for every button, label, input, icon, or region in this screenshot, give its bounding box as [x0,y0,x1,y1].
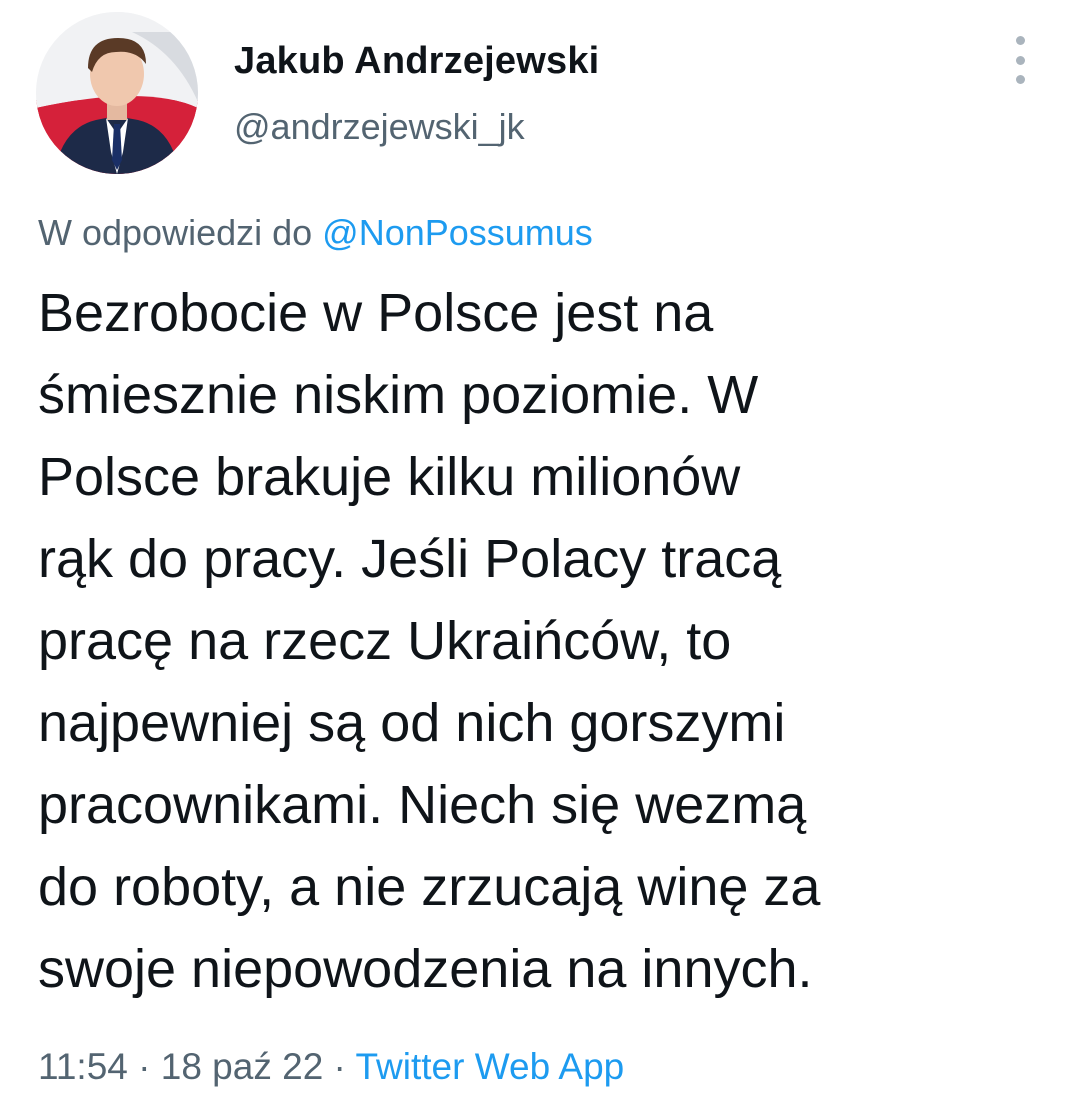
author-handle[interactable]: @andrzejewski_jk [234,106,525,148]
more-dot [1015,36,1025,45]
tweet-source-link[interactable]: Twitter Web App [356,1046,625,1087]
reply-prefix: W odpowiedzi do [38,212,323,253]
avatar[interactable] [36,12,198,174]
author-name[interactable]: Jakub Andrzejewski [234,40,599,83]
more-dot [1015,55,1025,65]
meta-separator: · [323,1046,356,1087]
more-dot [1015,75,1025,84]
tweet-text-line: pracę na rzecz Ukraińców, to [38,611,732,671]
tweet-time[interactable]: 11:54 [38,1046,128,1087]
tweet-text-line: pracownikami. Niech się wezmą [38,775,807,835]
tweet-meta: 11:54 · 18 paź 22 · Twitter Web App [38,1046,624,1088]
tweet-text-line: śmiesznie niskim poziomie. W [38,365,759,425]
tweet-text-line: Polsce brakuje kilku milionów [38,447,741,507]
meta-separator: · [127,1046,161,1087]
tweet-text-line: rąk do pracy. Jeśli Polacy tracą [38,529,782,589]
tweet-text-line: do roboty, a nie zrzucają winę za [38,857,821,917]
tweet-text: Bezrobocie w Polsce jest na śmiesznie ni… [38,272,1048,1010]
reply-mention-link[interactable]: @NonPossumus [322,212,593,253]
more-vertical-icon[interactable] [998,36,1042,84]
reply-context: W odpowiedzi do @NonPossumus [38,212,593,254]
tweet-date[interactable]: 18 paź 22 [161,1046,324,1087]
tweet-text-line: najpewniej są od nich gorszymi [38,693,786,753]
tweet: Jakub Andrzejewski @andrzejewski_jk W od… [0,0,1080,1103]
tweet-text-line: Bezrobocie w Polsce jest na [38,283,714,343]
tweet-text-line: swoje niepowodzenia na innych. [38,939,813,999]
avatar-image [36,12,198,174]
